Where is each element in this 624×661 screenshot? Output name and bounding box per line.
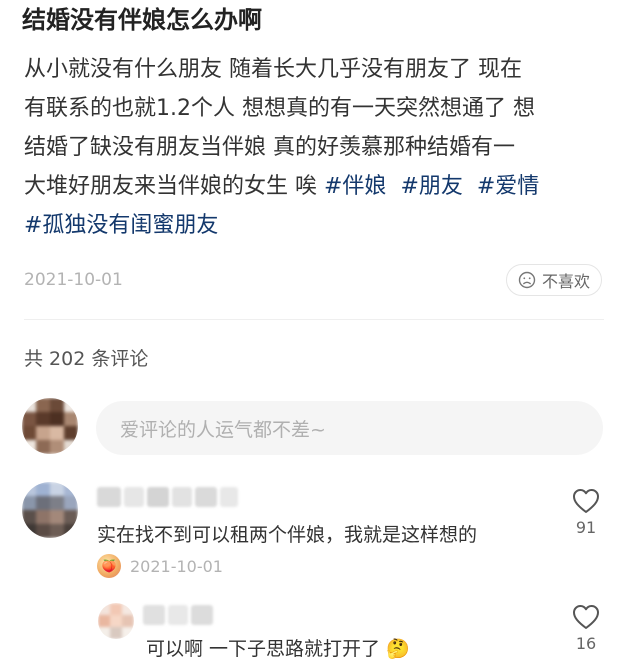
post-line-with-tags: 大堆好朋友来当伴娘的女生 唉 #伴娘 #朋友 #爱情 [24, 167, 608, 206]
comment-date: 2021-10-01 [130, 557, 223, 576]
hashtag-link[interactable]: #朋友 [400, 174, 462, 199]
divider [24, 319, 604, 320]
reply-author-name[interactable] [143, 605, 213, 625]
commenter-avatar[interactable] [22, 482, 78, 538]
post-title: 结婚没有伴娘怎么办啊 [22, 6, 262, 34]
reply-avatar[interactable] [98, 603, 134, 639]
hashtag-link[interactable]: #孤独没有闺蜜朋友 [24, 213, 218, 238]
peach-badge-icon: 🍑 [97, 554, 121, 578]
post-line: 有联系的也就1.2个人 想想真的有一天突然想通了 想 [24, 96, 535, 121]
like-button[interactable]: 16 [566, 604, 606, 653]
post-body: 从小就没有什么朋友 随着长大几乎没有朋友了 现在 有联系的也就1.2个人 想想真… [24, 50, 608, 245]
comment-text-content: 可以啊 一下子思路就打开了 [146, 638, 381, 660]
commenter-name[interactable] [97, 487, 238, 507]
comment-input[interactable]: 爱评论的人运气都不差~ [96, 401, 603, 455]
heart-outline-icon [573, 489, 599, 513]
comment-input-placeholder: 爱评论的人运气都不差~ [120, 418, 326, 441]
sad-face-icon [518, 271, 536, 289]
like-count: 91 [575, 518, 597, 537]
post-line: 结婚了缺没有朋友当伴娘 真的好羡慕那种结婚有一 [24, 135, 515, 160]
dislike-button[interactable]: 不喜欢 [506, 264, 602, 296]
post-line-tags: #孤独没有闺蜜朋友 [24, 206, 608, 245]
comment-text: 实在找不到可以租两个伴娘，我就是这样想的 [97, 524, 478, 546]
hashtag-link[interactable]: #爱情 [477, 174, 539, 199]
like-button[interactable]: 91 [566, 488, 606, 537]
post-line: 大堆好朋友来当伴娘的女生 唉 [24, 174, 324, 199]
dislike-label: 不喜欢 [541, 272, 590, 291]
heart-outline-icon [573, 605, 599, 629]
hashtag-link[interactable]: #伴娘 [324, 174, 386, 199]
post-date: 2021-10-01 [24, 270, 123, 290]
emoji-icon: 🤔 [386, 638, 410, 660]
comment-count: 共 202 条评论 [24, 348, 149, 370]
like-count: 16 [575, 634, 597, 653]
user-avatar [22, 398, 78, 454]
post-line: 从小就没有什么朋友 随着长大几乎没有朋友了 现在 [24, 57, 522, 82]
